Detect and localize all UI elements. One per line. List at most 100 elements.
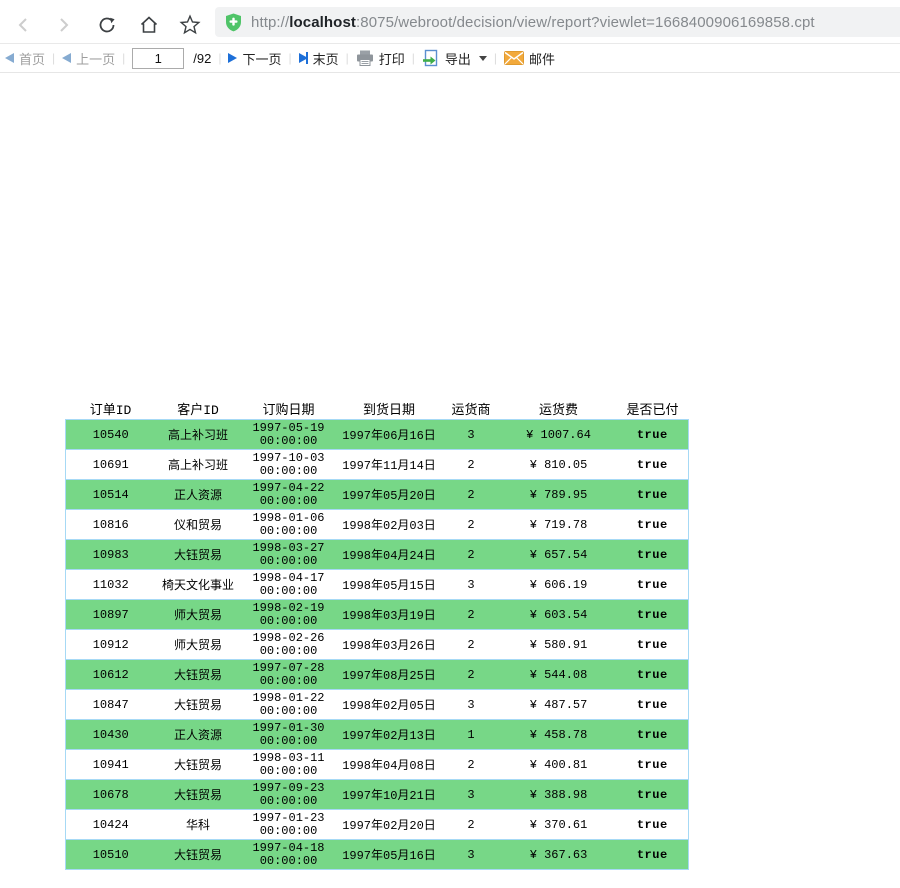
export-dropdown-caret-icon[interactable] bbox=[478, 55, 487, 61]
cell-shipper: 2 bbox=[467, 547, 475, 562]
last-page-button[interactable]: 末页 bbox=[298, 49, 339, 68]
cell-paid: true bbox=[636, 637, 668, 652]
back-button[interactable] bbox=[13, 14, 35, 36]
export-label: 导出 bbox=[444, 51, 471, 67]
cell-order-id: 10678 bbox=[92, 787, 129, 802]
cell-order-id: 10897 bbox=[92, 607, 129, 622]
export-icon bbox=[422, 49, 440, 67]
next-page-button[interactable]: 下一页 bbox=[228, 49, 282, 68]
cell-order-id: 10612 bbox=[92, 667, 129, 682]
print-icon bbox=[356, 50, 374, 66]
cell-order-date: 1998-03-11 00:00:00 bbox=[252, 750, 325, 778]
separator: | bbox=[411, 51, 415, 65]
cell-customer-id: 师大贸易 bbox=[173, 639, 222, 653]
table-row: 10691 高上补习班 1997-10-03 00:00:00 1997年11月… bbox=[65, 449, 689, 480]
next-page-icon bbox=[228, 53, 238, 63]
cell-order-id: 10540 bbox=[92, 427, 129, 442]
cell-customer-id: 大钰贸易 bbox=[173, 789, 222, 803]
report-table-body: 10540 高上补习班 1997-05-19 00:00:00 1997年06月… bbox=[65, 419, 689, 870]
column-header: 运货商 bbox=[441, 397, 501, 420]
cell-arrival-date: 1998年03月19日 bbox=[342, 609, 436, 623]
table-row: 10941 大钰贸易 1998-03-11 00:00:00 1998年04月0… bbox=[65, 749, 689, 780]
cell-paid: true bbox=[636, 457, 668, 472]
first-page-button[interactable]: 首页 bbox=[5, 49, 45, 68]
cell-customer-id: 仪和贸易 bbox=[173, 519, 222, 533]
report-table-header-row: 订单ID 客户ID 订购日期 到货日期 运货商 运货费 是否已付 bbox=[65, 397, 689, 420]
cell-shipper: 3 bbox=[467, 577, 475, 592]
cell-customer-id: 正人资源 bbox=[173, 489, 222, 503]
cell-paid: true bbox=[636, 847, 668, 862]
cell-order-id: 10941 bbox=[92, 757, 129, 772]
prev-page-button[interactable]: 上一页 bbox=[62, 49, 115, 68]
table-row: 10816 仪和贸易 1998-01-06 00:00:00 1998年02月0… bbox=[65, 509, 689, 540]
cell-arrival-date: 1998年04月24日 bbox=[342, 549, 436, 563]
column-header: 到货日期 bbox=[336, 397, 442, 420]
address-bar[interactable]: http://localhost:8075/webroot/decision/v… bbox=[215, 7, 900, 37]
cell-arrival-date: 1997年11月14日 bbox=[342, 459, 436, 473]
cell-arrival-date: 1997年02月13日 bbox=[342, 729, 436, 743]
cell-order-id: 10430 bbox=[92, 727, 129, 742]
page-number-input[interactable] bbox=[132, 47, 185, 69]
print-button[interactable]: 打印 bbox=[356, 49, 405, 68]
cell-customer-id: 椅天文化事业 bbox=[161, 579, 234, 593]
cell-order-date: 1997-04-22 00:00:00 bbox=[252, 480, 325, 508]
cell-shipper: 2 bbox=[467, 517, 475, 532]
cell-order-date: 1997-07-28 00:00:00 bbox=[252, 660, 325, 688]
site-security-shield-icon bbox=[225, 13, 242, 32]
cell-freight: ¥ 657.54 bbox=[529, 547, 588, 562]
column-header: 客户ID bbox=[155, 397, 241, 420]
cell-freight: ¥ 370.61 bbox=[529, 817, 588, 832]
cell-customer-id: 大钰贸易 bbox=[173, 669, 222, 683]
first-page-icon bbox=[5, 53, 14, 63]
cell-arrival-date: 1997年10月21日 bbox=[342, 789, 436, 803]
separator: | bbox=[493, 51, 498, 65]
cell-order-id: 10691 bbox=[92, 457, 129, 472]
forward-icon bbox=[54, 16, 72, 34]
home-button[interactable] bbox=[138, 14, 160, 36]
cell-customer-id: 高上补习班 bbox=[167, 459, 228, 473]
cell-freight: ¥ 719.78 bbox=[529, 517, 588, 532]
separator: | bbox=[52, 51, 56, 65]
cell-order-date: 1997-04-18 00:00:00 bbox=[252, 840, 325, 868]
cell-shipper: 2 bbox=[467, 817, 475, 832]
mail-button[interactable]: 邮件 bbox=[504, 49, 555, 68]
bookmark-star-button[interactable] bbox=[179, 14, 201, 36]
cell-paid: true bbox=[636, 787, 668, 802]
cell-order-id: 10912 bbox=[92, 637, 129, 652]
cell-order-id: 11032 bbox=[92, 577, 129, 592]
cell-customer-id: 正人资源 bbox=[173, 729, 222, 743]
cell-customer-id: 大钰贸易 bbox=[173, 759, 222, 773]
cell-freight: ¥ 388.98 bbox=[529, 787, 588, 802]
url-text: http://localhost:8075/webroot/decision/v… bbox=[251, 14, 815, 31]
forward-button[interactable] bbox=[52, 14, 74, 36]
refresh-button[interactable] bbox=[96, 14, 118, 36]
cell-freight: ¥ 580.91 bbox=[529, 637, 588, 652]
cell-arrival-date: 1997年08月25日 bbox=[342, 669, 436, 683]
prev-page-label: 上一页 bbox=[76, 51, 116, 67]
table-row: 10678 大钰贸易 1997-09-23 00:00:00 1997年10月2… bbox=[65, 779, 689, 810]
last-page-label: 末页 bbox=[312, 51, 339, 67]
cell-order-date: 1998-01-06 00:00:00 bbox=[252, 510, 325, 538]
separator: | bbox=[345, 51, 349, 65]
cell-arrival-date: 1998年02月03日 bbox=[342, 519, 436, 533]
cell-paid: true bbox=[636, 517, 668, 532]
cell-shipper: 3 bbox=[467, 697, 475, 712]
cell-paid: true bbox=[636, 757, 668, 772]
table-row: 10612 大钰贸易 1997-07-28 00:00:00 1997年08月2… bbox=[65, 659, 689, 690]
cell-paid: true bbox=[636, 427, 668, 442]
cell-paid: true bbox=[636, 817, 668, 832]
url-scheme: http:// bbox=[251, 13, 290, 31]
export-button[interactable]: 导出 bbox=[422, 49, 487, 68]
table-row: 10430 正人资源 1997-01-30 00:00:00 1997年02月1… bbox=[65, 719, 689, 750]
cell-paid: true bbox=[636, 667, 668, 682]
browser-toolbar: http://localhost:8075/webroot/decision/v… bbox=[0, 0, 900, 44]
cell-arrival-date: 1997年05月20日 bbox=[342, 489, 436, 503]
cell-customer-id: 大钰贸易 bbox=[173, 849, 222, 863]
cell-order-date: 1997-01-23 00:00:00 bbox=[252, 810, 325, 838]
cell-shipper: 3 bbox=[467, 787, 475, 802]
cell-order-date: 1997-05-19 00:00:00 bbox=[252, 420, 325, 448]
column-header: 订单ID bbox=[65, 397, 156, 420]
cell-paid: true bbox=[636, 697, 668, 712]
table-row: 10424 华科 1997-01-23 00:00:00 1997年02月20日… bbox=[65, 809, 689, 840]
cell-shipper: 1 bbox=[467, 727, 475, 742]
